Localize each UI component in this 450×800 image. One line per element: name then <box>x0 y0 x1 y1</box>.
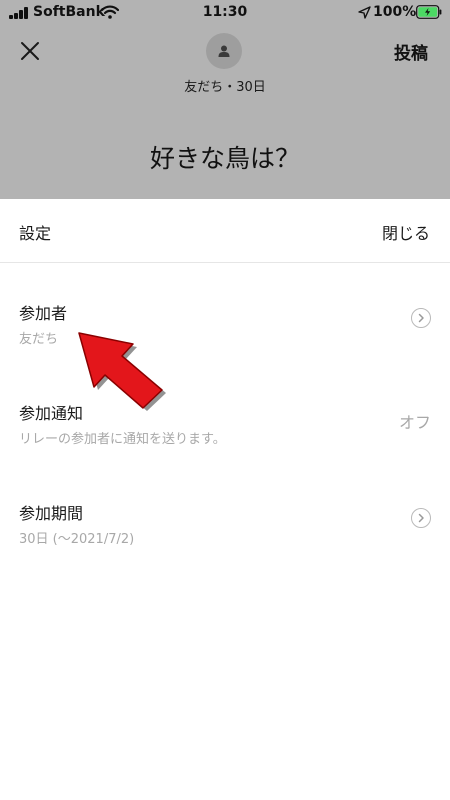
location-arrow-icon <box>358 6 371 19</box>
user-icon <box>218 45 230 57</box>
setting-row-title: 参加期間 <box>19 504 84 523</box>
status-bar: SoftBank 11:30 100% <box>0 0 450 26</box>
setting-row-notification[interactable]: 参加通知 リレーの参加者に通知を送ります。 オフ <box>0 400 450 448</box>
close-button[interactable] <box>15 36 45 66</box>
notification-toggle-value[interactable]: オフ <box>399 409 431 433</box>
dimmed-post-area[interactable]: SoftBank 11:30 100% 友だち・30日 投稿 好きな鳥は？ <box>0 0 450 199</box>
setting-row-title: 参加通知 <box>19 404 84 423</box>
post-button[interactable]: 投稿 <box>394 39 428 64</box>
settings-sheet-header: 設定 閉じる <box>0 199 450 263</box>
sheet-title: 設定 <box>19 224 52 243</box>
setting-row-title: 参加者 <box>19 304 68 323</box>
battery-charging-icon <box>416 5 442 19</box>
red-pointer-arrow-icon <box>78 332 166 411</box>
setting-row-subtitle: 30日 (～2021/7/2) <box>19 532 135 547</box>
relay-audience-subtitle: 友だち・30日 <box>184 80 266 95</box>
chevron-right-icon[interactable] <box>411 508 431 528</box>
relay-question-title: 好きな鳥は？ <box>149 144 300 173</box>
setting-row-period[interactable]: 参加期間 30日 (～2021/7/2) <box>0 500 450 548</box>
screen: SoftBank 11:30 100% 友だち・30日 投稿 好きな鳥は？ 設定… <box>0 0 450 800</box>
setting-row-subtitle: リレーの参加者に通知を送ります。 <box>19 432 226 447</box>
setting-row-subtitle: 友だち <box>19 332 59 347</box>
chevron-right-icon[interactable] <box>411 308 431 328</box>
battery-percent: 100% <box>373 4 417 20</box>
close-icon <box>21 42 39 60</box>
avatar <box>206 33 242 69</box>
setting-row-participants[interactable]: 参加者 友だち <box>0 300 450 348</box>
sheet-close-button[interactable]: 閉じる <box>382 220 430 244</box>
